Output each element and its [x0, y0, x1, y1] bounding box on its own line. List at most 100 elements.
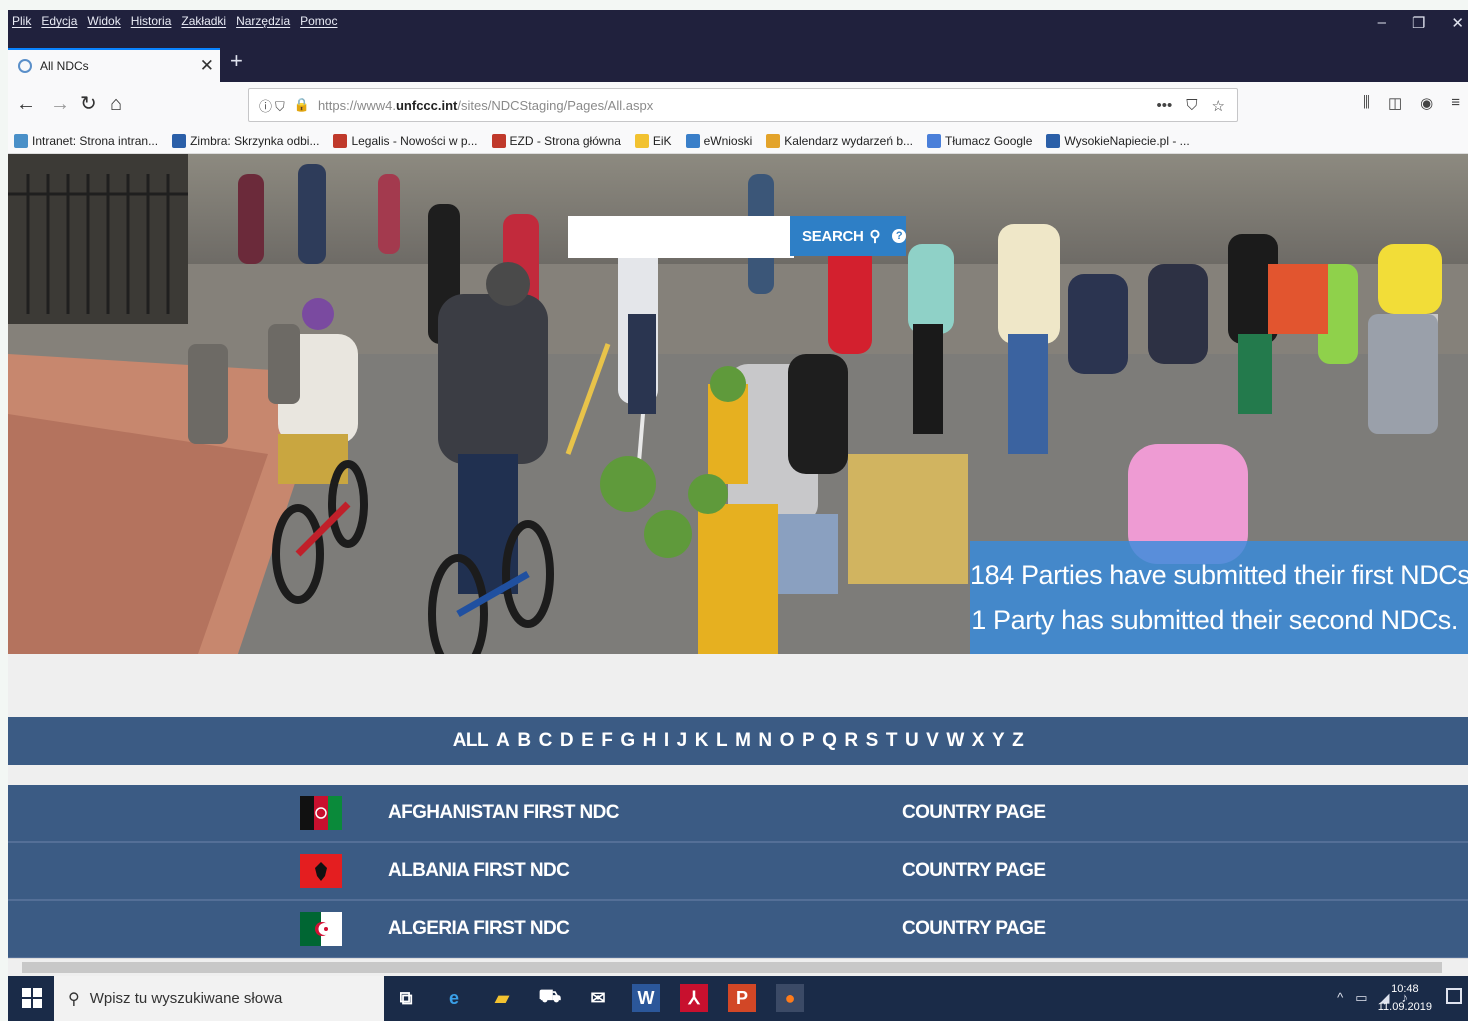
search-icon: ⚲ [68, 990, 80, 1008]
alpha-b[interactable]: B [517, 730, 531, 752]
close-tab-icon[interactable]: ✕ [200, 56, 214, 76]
bookmark-icon [634, 133, 649, 148]
alpha-s[interactable]: S [866, 730, 879, 752]
minimize-icon[interactable]: – [1378, 14, 1386, 32]
address-bar[interactable]: ⓘ⛉ 🔒 https://www4.unfccc.int/sites/NDCSt… [248, 88, 1238, 122]
scrollbar-thumb[interactable] [22, 962, 1442, 973]
bookmark-item[interactable]: eWnioski [685, 133, 752, 148]
menu-widok[interactable]: Widok [87, 14, 120, 28]
country-page-link[interactable]: COUNTRY PAGE [902, 860, 1046, 882]
new-tab-icon[interactable]: + [230, 48, 243, 74]
alpha-t[interactable]: T [886, 730, 898, 752]
battery-icon[interactable]: ▭ [1355, 990, 1367, 1006]
tray-chevron-icon[interactable]: ^ [1337, 990, 1343, 1006]
edge-icon[interactable]: e [440, 984, 468, 1012]
toolbar-right: ⫼ ◫ ◉ ≡ [1363, 94, 1460, 112]
alpha-u[interactable]: U [905, 730, 919, 752]
forward-arrow-icon[interactable]: → [50, 92, 70, 116]
acrobat-icon[interactable]: ⅄ [680, 984, 708, 1012]
alpha-i[interactable]: I [664, 730, 669, 752]
alpha-p[interactable]: P [802, 730, 815, 752]
alpha-h[interactable]: H [643, 730, 657, 752]
bookmark-item[interactable]: WysokieNapiecie.pl - ... [1046, 133, 1190, 148]
pocket-icon[interactable]: ⛉ [1186, 97, 1197, 115]
file-explorer-icon[interactable]: ▰ [488, 984, 516, 1012]
notification-icon[interactable] [1446, 988, 1462, 1004]
alpha-d[interactable]: D [560, 730, 574, 752]
help-icon[interactable]: ? [892, 229, 906, 243]
menu-pomoc[interactable]: Pomoc [300, 14, 337, 28]
bookmark-item[interactable]: EiK [634, 133, 672, 148]
alpha-l[interactable]: L [716, 730, 728, 752]
search-button[interactable]: SEARCH ⚲ ? [790, 216, 906, 256]
powerpoint-icon[interactable]: P [728, 984, 756, 1012]
bookmark-item[interactable]: Legalis - Nowości w p... [333, 133, 478, 148]
alpha-all[interactable]: ALL [453, 730, 489, 752]
menu-historia[interactable]: Historia [131, 14, 172, 28]
store-icon[interactable]: ⛟ [536, 984, 564, 1012]
alpha-k[interactable]: K [695, 730, 709, 752]
country-ndc-link[interactable]: ALGERIA FIRST NDC [388, 918, 570, 940]
system-clock[interactable]: 10:48 11.09.2019 [1378, 980, 1432, 1016]
horizontal-scrollbar[interactable] [8, 958, 1468, 977]
spacer [8, 765, 1468, 785]
alpha-j[interactable]: J [677, 730, 688, 752]
mail-icon[interactable]: ✉ [584, 984, 612, 1012]
ndc-stats-panel: 184 Parties have submitted their first N… [970, 541, 1468, 654]
back-arrow-icon[interactable]: ← [16, 92, 36, 116]
page-actions-icon[interactable]: ••• [1157, 97, 1173, 115]
bookmark-item[interactable]: Zimbra: Skrzynka odbi... [172, 133, 319, 148]
search-input[interactable] [568, 216, 794, 258]
alpha-r[interactable]: R [844, 730, 858, 752]
bookmark-star-icon[interactable]: ☆ [1212, 97, 1225, 115]
word-icon[interactable]: W [632, 984, 660, 1012]
menu-narzedzia[interactable]: Narzędzia [236, 14, 290, 28]
windows-start-icon[interactable] [22, 988, 42, 1008]
padlock-icon[interactable]: 🔒 [294, 97, 310, 113]
close-window-icon[interactable]: ✕ [1451, 14, 1464, 32]
bookmark-item[interactable]: Kalendarz wydarzeń b... [766, 133, 913, 148]
country-page-link[interactable]: COUNTRY PAGE [902, 802, 1046, 824]
alpha-c[interactable]: C [539, 730, 553, 752]
alpha-a[interactable]: A [496, 730, 510, 752]
alpha-z[interactable]: Z [1012, 730, 1024, 752]
alpha-q[interactable]: Q [822, 730, 837, 752]
alpha-x[interactable]: X [972, 730, 985, 752]
screen: Plik Edycja Widok Historia Zakładki Narz… [8, 10, 1468, 1021]
home-icon[interactable]: ⌂ [110, 92, 122, 116]
menu-plik[interactable]: Plik [12, 14, 31, 28]
taskbar-search[interactable]: ⚲ Wpisz tu wyszukiwane słowa [54, 976, 384, 1021]
alpha-y[interactable]: Y [992, 730, 1005, 752]
alpha-g[interactable]: G [620, 730, 635, 752]
alpha-e[interactable]: E [581, 730, 594, 752]
restore-icon[interactable]: ❐ [1412, 14, 1425, 32]
menu-edycja[interactable]: Edycja [41, 14, 77, 28]
tab-all-ndcs[interactable]: All NDCs ✕ [8, 48, 220, 82]
bookmark-icon [685, 133, 700, 148]
alpha-n[interactable]: N [758, 730, 772, 752]
country-ndc-link[interactable]: ALBANIA FIRST NDC [388, 860, 570, 882]
alpha-o[interactable]: O [780, 730, 795, 752]
menu-bar: Plik Edycja Widok Historia Zakładki Narz… [12, 14, 337, 28]
hamburger-menu-icon[interactable]: ≡ [1451, 94, 1460, 112]
account-icon[interactable]: ◉ [1420, 94, 1433, 112]
bookmark-item[interactable]: Intranet: Strona intran... [14, 133, 158, 148]
alpha-v[interactable]: V [926, 730, 939, 752]
unfccc-favicon-icon [18, 59, 32, 73]
alpha-f[interactable]: F [601, 730, 613, 752]
library-icon[interactable]: ⫼ [1363, 94, 1370, 112]
reload-icon[interactable]: ↻ [80, 92, 97, 116]
country-page-link[interactable]: COUNTRY PAGE [902, 918, 1046, 940]
alpha-w[interactable]: W [946, 730, 964, 752]
bookmark-item[interactable]: EZD - Strona główna [491, 133, 621, 148]
clock-date: 11.09.2019 [1377, 1001, 1432, 1013]
menu-zakladki[interactable]: Zakładki [181, 14, 226, 28]
alpha-m[interactable]: M [735, 730, 751, 752]
task-view-icon[interactable]: ⧉ [392, 984, 420, 1012]
country-ndc-link[interactable]: AFGHANISTAN FIRST NDC [388, 802, 619, 824]
search-icon: ⚲ [869, 228, 881, 245]
info-shield-icon[interactable]: ⓘ⛉ [259, 96, 288, 115]
sidebar-icon[interactable]: ◫ [1388, 94, 1402, 112]
firefox-icon[interactable]: ● [776, 984, 804, 1012]
bookmark-item[interactable]: Tłumacz Google [927, 133, 1032, 148]
